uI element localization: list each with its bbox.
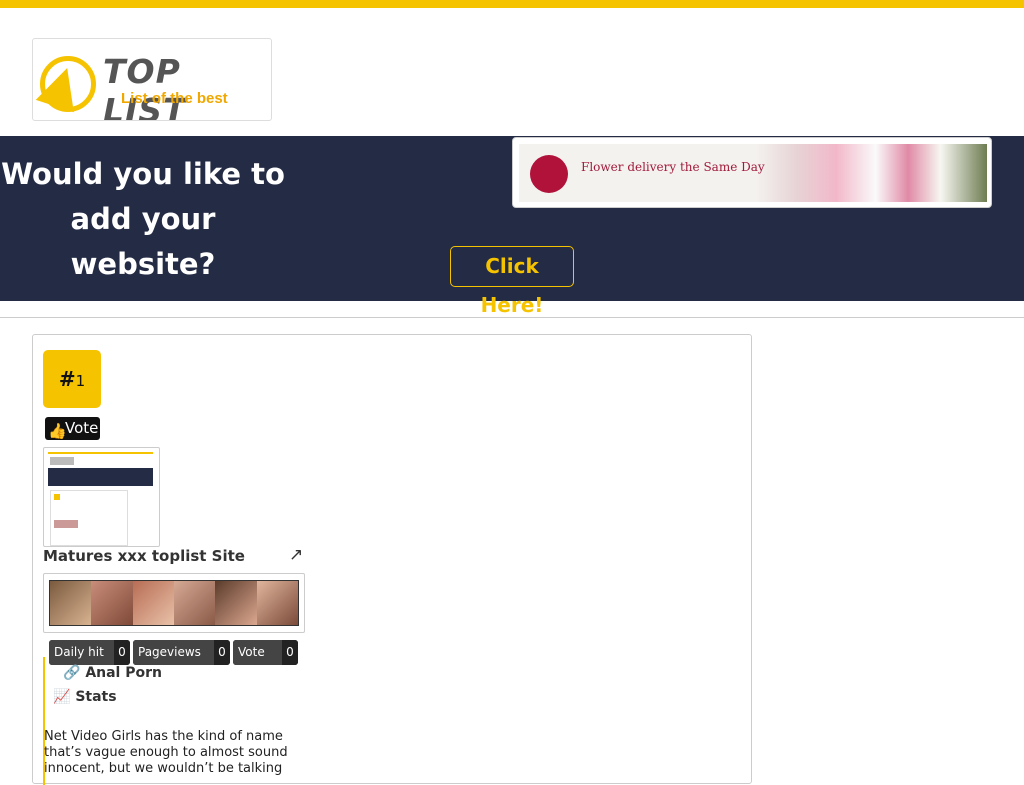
thumbnail-strip [54, 520, 78, 528]
stat-value: 0 [214, 640, 230, 665]
site-title[interactable]: Matures xxx toplist Site [43, 547, 245, 565]
preview-image [215, 581, 257, 625]
stat-label: Daily hit [49, 640, 114, 665]
external-link-icon[interactable]: ↗ [289, 545, 303, 565]
category-link-label: Anal Porn [85, 665, 162, 681]
stat-value: 0 [282, 640, 298, 665]
stat-label: Pageviews [133, 640, 214, 665]
thumbnail-bar [48, 452, 153, 454]
rank-badge: #1 [43, 350, 101, 408]
stats-link-label: Stats [75, 689, 117, 705]
preview-image [256, 581, 298, 625]
flowers-image [755, 144, 987, 202]
vote-button-label: Vote [65, 419, 99, 437]
category-link[interactable]: 🔗 Anal Porn [63, 665, 162, 681]
daily-hit-stat: Daily hit 0 [49, 640, 130, 665]
logo-title: TOP LIST [103, 52, 187, 121]
pageviews-stat: Pageviews 0 [133, 640, 230, 665]
advertisement-box[interactable]: Flower delivery the Same Day [512, 137, 992, 208]
stats-row: Daily hit 0 Pageviews 0 Vote 0 [49, 640, 298, 665]
site-thumbnail[interactable] [43, 447, 160, 547]
banner-question: Would you like to add your website? [0, 152, 286, 287]
preview-image [173, 581, 216, 625]
thumbnail-banner [48, 468, 153, 486]
vote-button[interactable]: 👍 Vote [45, 417, 100, 440]
site-logo[interactable]: TOP LIST List of the best [32, 38, 272, 121]
stat-label: Vote [233, 640, 282, 665]
link-icon: 🔗 [63, 665, 81, 681]
ad-image[interactable]: Flower delivery the Same Day [519, 144, 987, 202]
stats-link[interactable]: 📈 Stats [53, 689, 117, 705]
top-accent-bar [0, 0, 1024, 8]
rank-number: 1 [75, 372, 86, 390]
preview-image [50, 581, 92, 625]
add-website-banner: Would you like to add your website? Flow… [0, 136, 1024, 317]
site-preview-banner[interactable] [43, 573, 305, 633]
click-here-button[interactable]: Click Here! [450, 246, 574, 317]
preview-image [91, 581, 133, 625]
banner-question-line1: Would you like to [1, 157, 285, 191]
ad-logo-icon [530, 155, 568, 193]
listing-card: #1 👍 Vote Matures xxx toplist Site ↗ Dai… [32, 334, 752, 785]
banner-question-line2: add your website? [70, 202, 216, 281]
preview-image [132, 581, 174, 625]
thumbnail-badge [54, 494, 60, 500]
logo-subtitle: List of the best [121, 90, 228, 107]
thumbnail-card [50, 490, 128, 546]
vote-stat: Vote 0 [233, 640, 298, 665]
rank-symbol: # [58, 367, 76, 391]
thumbnail-logo [50, 457, 74, 465]
divider [0, 317, 1024, 318]
ad-text: Flower delivery the Same Day [581, 160, 765, 174]
thumbs-up-icon: 👍 [48, 422, 67, 440]
stat-value: 0 [114, 640, 130, 665]
site-description: Net Video Girls has the kind of name tha… [44, 729, 288, 776]
line-chart-icon: 📈 [53, 689, 71, 705]
preview-image-strip [49, 580, 299, 626]
